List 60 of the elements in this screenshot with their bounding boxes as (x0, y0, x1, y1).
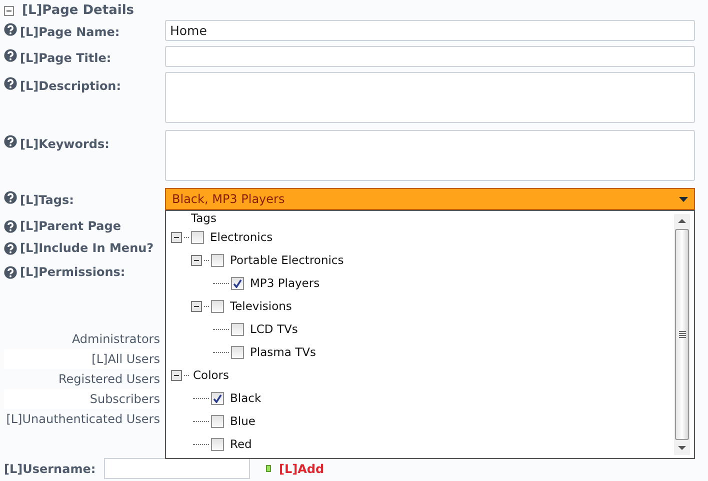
tree-checkbox[interactable] (211, 254, 224, 267)
help-icon[interactable] (4, 220, 17, 232)
username-label: [L]Username: (4, 460, 97, 478)
add-icon (266, 465, 271, 472)
collapse-icon[interactable] (4, 6, 14, 16)
dropdown-value: Black, MP3 Players (172, 191, 285, 208)
field-label: [L]Page Title: (20, 50, 112, 67)
tree-checkbox[interactable] (191, 231, 204, 244)
tree-checkbox[interactable] (211, 392, 224, 405)
text-field[interactable]: Home (165, 20, 695, 41)
help-icon[interactable] (4, 266, 17, 278)
field-label: [L]Description: (20, 78, 122, 95)
help-icon[interactable] (4, 135, 17, 148)
help-icon[interactable] (4, 23, 17, 36)
role-label: Administrators (70, 331, 160, 348)
tree-item-label[interactable]: Televisions (230, 298, 292, 316)
tree-checkbox[interactable] (231, 323, 244, 336)
help-icon[interactable] (4, 49, 17, 62)
dropdown-arrow-icon (679, 196, 688, 202)
tree-item-label[interactable]: Black (230, 390, 262, 408)
tree-item-label[interactable]: Electronics (210, 228, 273, 246)
help-icon[interactable] (4, 191, 17, 204)
tree-checkbox[interactable] (211, 438, 224, 451)
tree-item-label[interactable]: Plasma TVs (250, 344, 316, 362)
role-label: [L]Unauthenticated Users (5, 411, 160, 428)
help-icon[interactable] (4, 77, 17, 90)
scroll-up-icon[interactable] (678, 219, 686, 223)
tree-item-label[interactable]: MP3 Players (250, 274, 320, 292)
text-field[interactable] (165, 46, 695, 67)
tree-item-label[interactable]: Colors (193, 366, 230, 384)
tree-expander[interactable] (191, 301, 202, 312)
field-label: [L]Parent Page (20, 218, 121, 235)
field-label: [L]Page Name: (20, 24, 120, 41)
tree-item-label[interactable]: Blue (230, 412, 256, 430)
role-label: Subscribers (4, 389, 160, 409)
field-label: [L]Tags: (20, 192, 74, 209)
field-label: [L]Keywords: (20, 136, 110, 153)
add-link[interactable]: [L]Add (279, 460, 324, 478)
tree-root-label: Tags (191, 211, 216, 227)
tree-checkbox[interactable] (211, 300, 224, 313)
role-label: Registered Users (57, 371, 160, 388)
scrollbar[interactable] (674, 214, 690, 455)
tree-item-label[interactable]: LCD TVs (250, 320, 298, 338)
tree-expander[interactable] (191, 255, 202, 266)
role-label: [L]All Users (4, 349, 160, 369)
tree-expander[interactable] (171, 232, 182, 243)
tree-checkbox[interactable] (231, 346, 244, 359)
scroll-down-icon[interactable] (678, 446, 686, 450)
section-title: [L]Page Details (22, 2, 134, 20)
tree-item-label[interactable]: Portable Electronics (230, 252, 344, 270)
field-label: [L]Permissions: (20, 264, 126, 281)
tree-checkbox[interactable] (231, 277, 244, 290)
tree-item-label[interactable]: Red (230, 436, 252, 454)
tags-dropdown[interactable]: Black, MP3 Players (165, 188, 695, 210)
tree-checkbox[interactable] (211, 415, 224, 428)
scroll-thumb[interactable] (675, 229, 689, 440)
username-field[interactable] (104, 458, 250, 479)
help-icon[interactable] (4, 242, 17, 254)
tree-expander[interactable] (171, 370, 182, 381)
field-label: [L]Include In Menu? (20, 240, 154, 257)
